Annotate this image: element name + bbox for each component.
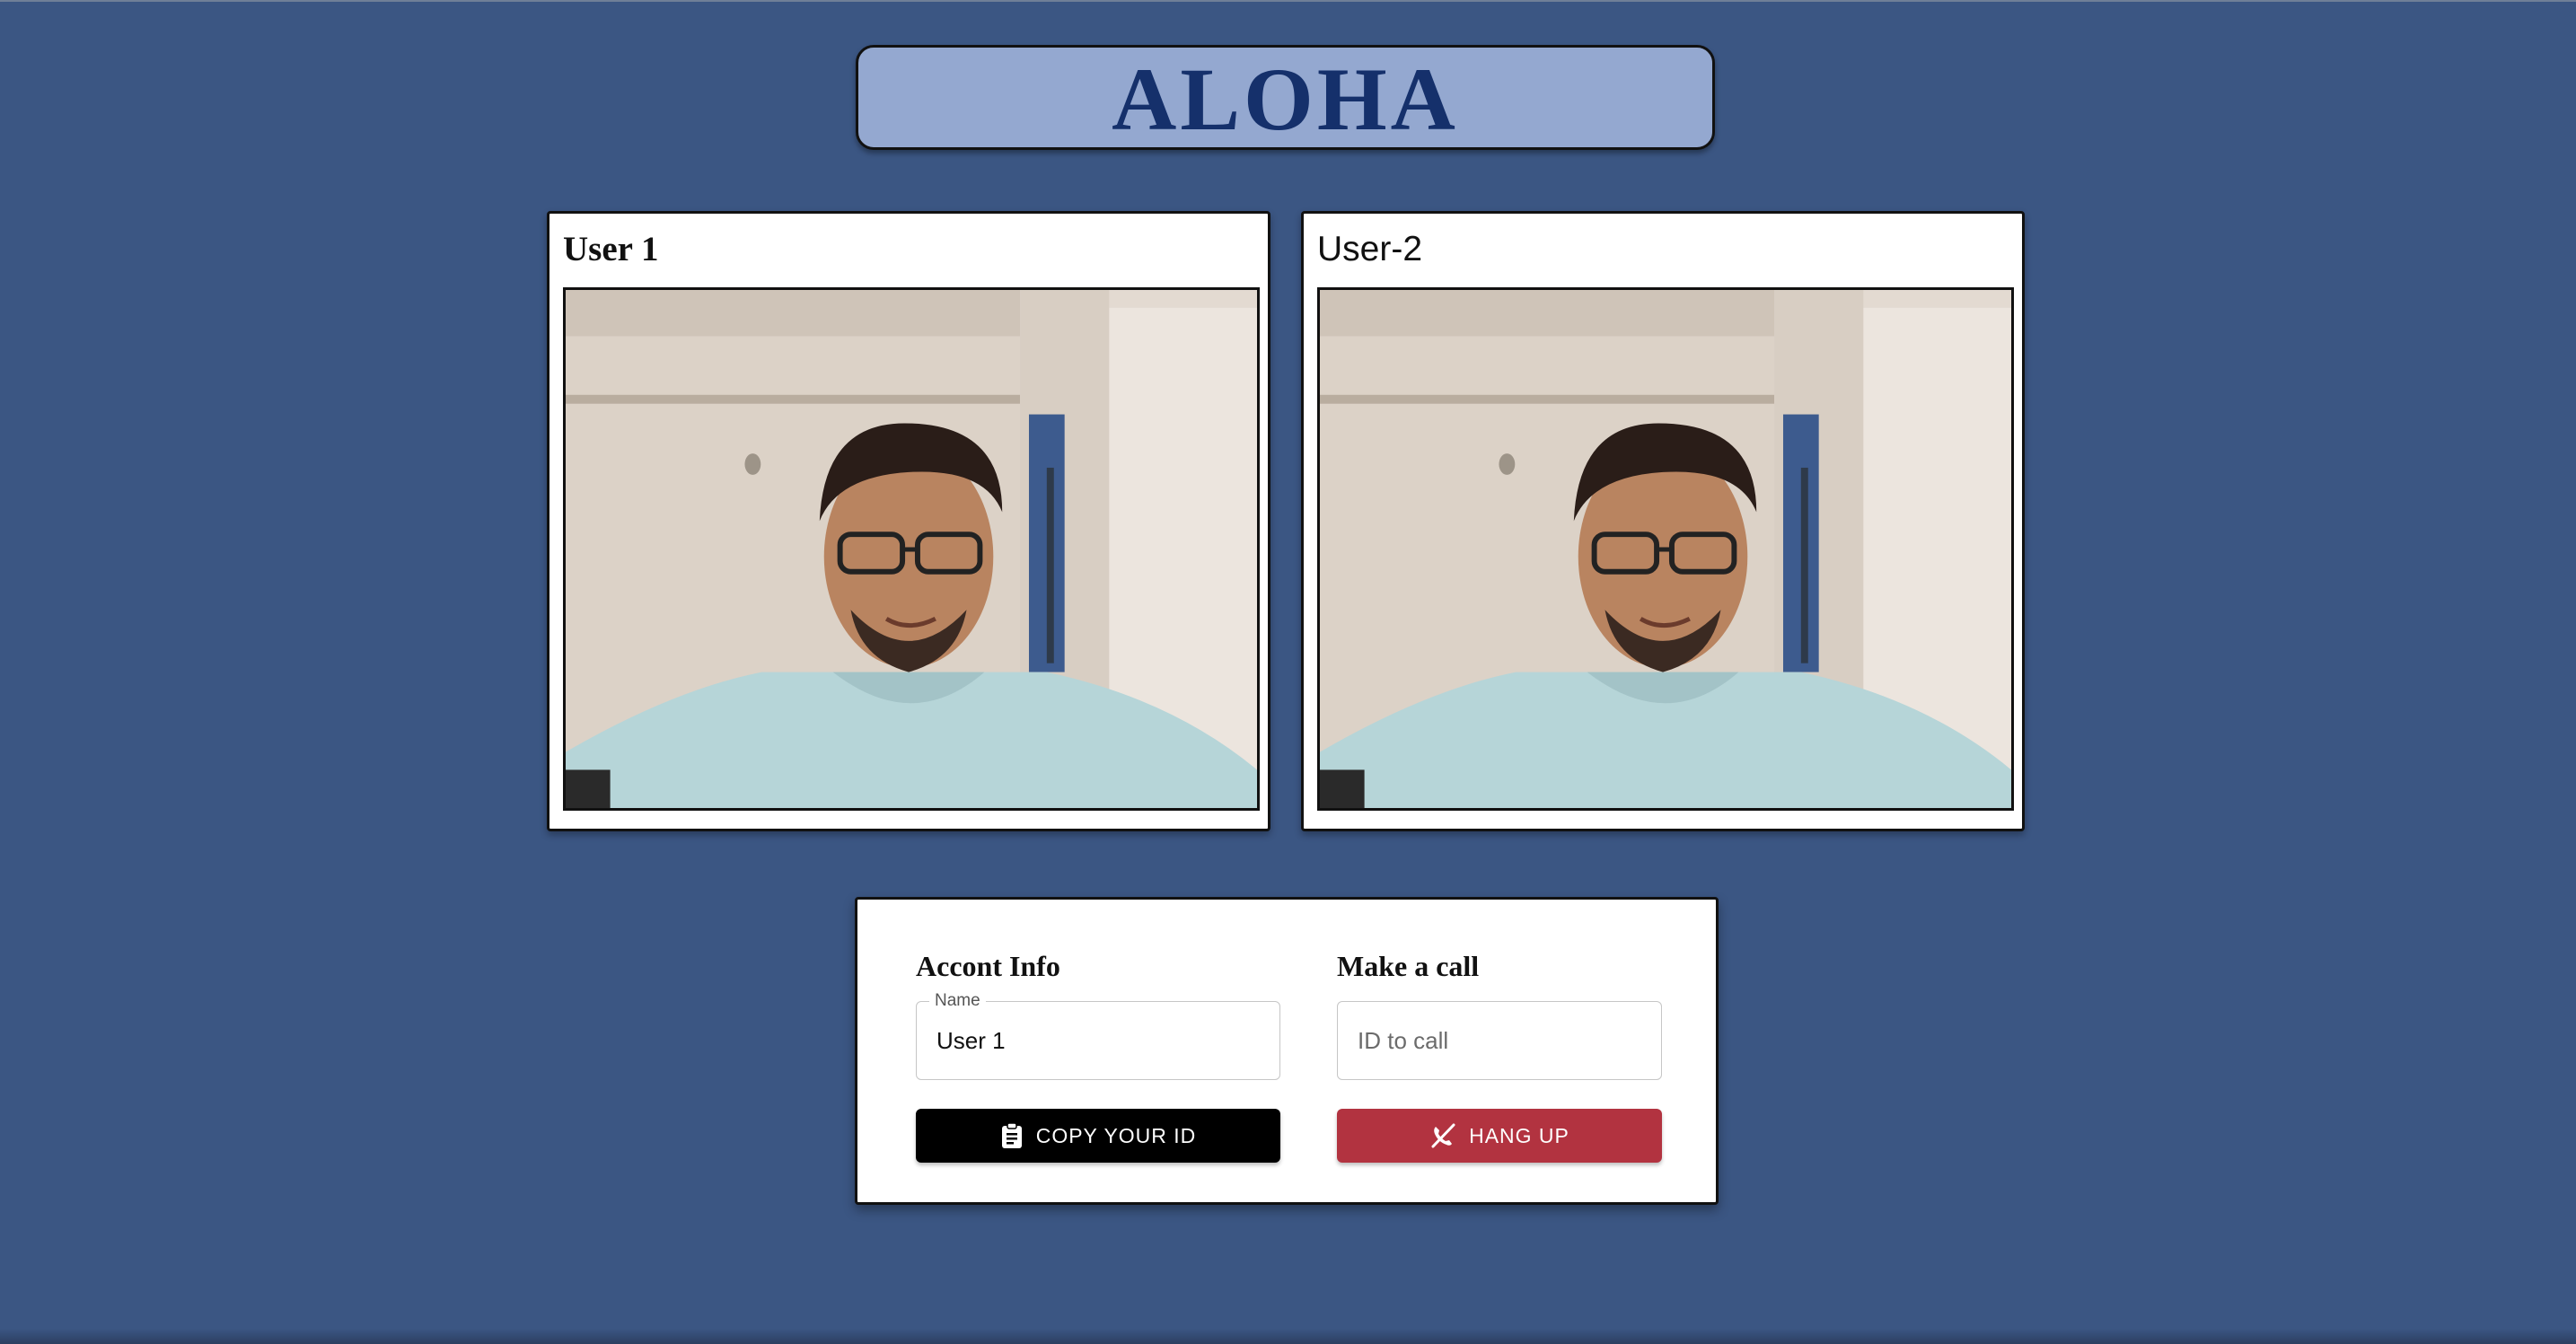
- id-to-call-input[interactable]: [1338, 1002, 1661, 1079]
- copy-id-button[interactable]: COPY YOUR ID: [916, 1109, 1280, 1163]
- controls-panel: Accont Info Make a call Name COPY YOUR I…: [855, 897, 1719, 1205]
- video-label-user-1: User 1: [563, 230, 659, 268]
- copy-id-button-label: COPY YOUR ID: [1035, 1123, 1197, 1147]
- app-title: ALOHA: [1112, 48, 1459, 149]
- video-frame-image: [566, 290, 1257, 808]
- clipboard-icon: [1000, 1122, 1024, 1149]
- window-bottom-edge: [0, 1329, 2576, 1344]
- hang-up-button[interactable]: HANG UP: [1337, 1109, 1662, 1163]
- phone-disabled-icon: [1429, 1122, 1456, 1149]
- video-stream-user-1[interactable]: [563, 287, 1260, 811]
- id-to-call-field[interactable]: [1337, 1001, 1662, 1080]
- video-stream-user-2[interactable]: [1317, 287, 2014, 811]
- make-call-heading: Make a call: [1337, 950, 1480, 982]
- video-card-user-2: User-2: [1301, 211, 2025, 831]
- account-info-heading: Accont Info: [916, 950, 1060, 982]
- app-title-banner: ALOHA: [856, 45, 1715, 150]
- hang-up-button-label: HANG UP: [1469, 1123, 1569, 1147]
- window-top-edge: [0, 0, 2576, 2]
- video-card-user-1: User 1: [547, 211, 1270, 831]
- video-frame-image: [1320, 290, 2011, 808]
- name-field[interactable]: Name: [916, 990, 1280, 1080]
- name-input[interactable]: [917, 1002, 1279, 1079]
- video-label-user-2: User-2: [1317, 230, 1423, 268]
